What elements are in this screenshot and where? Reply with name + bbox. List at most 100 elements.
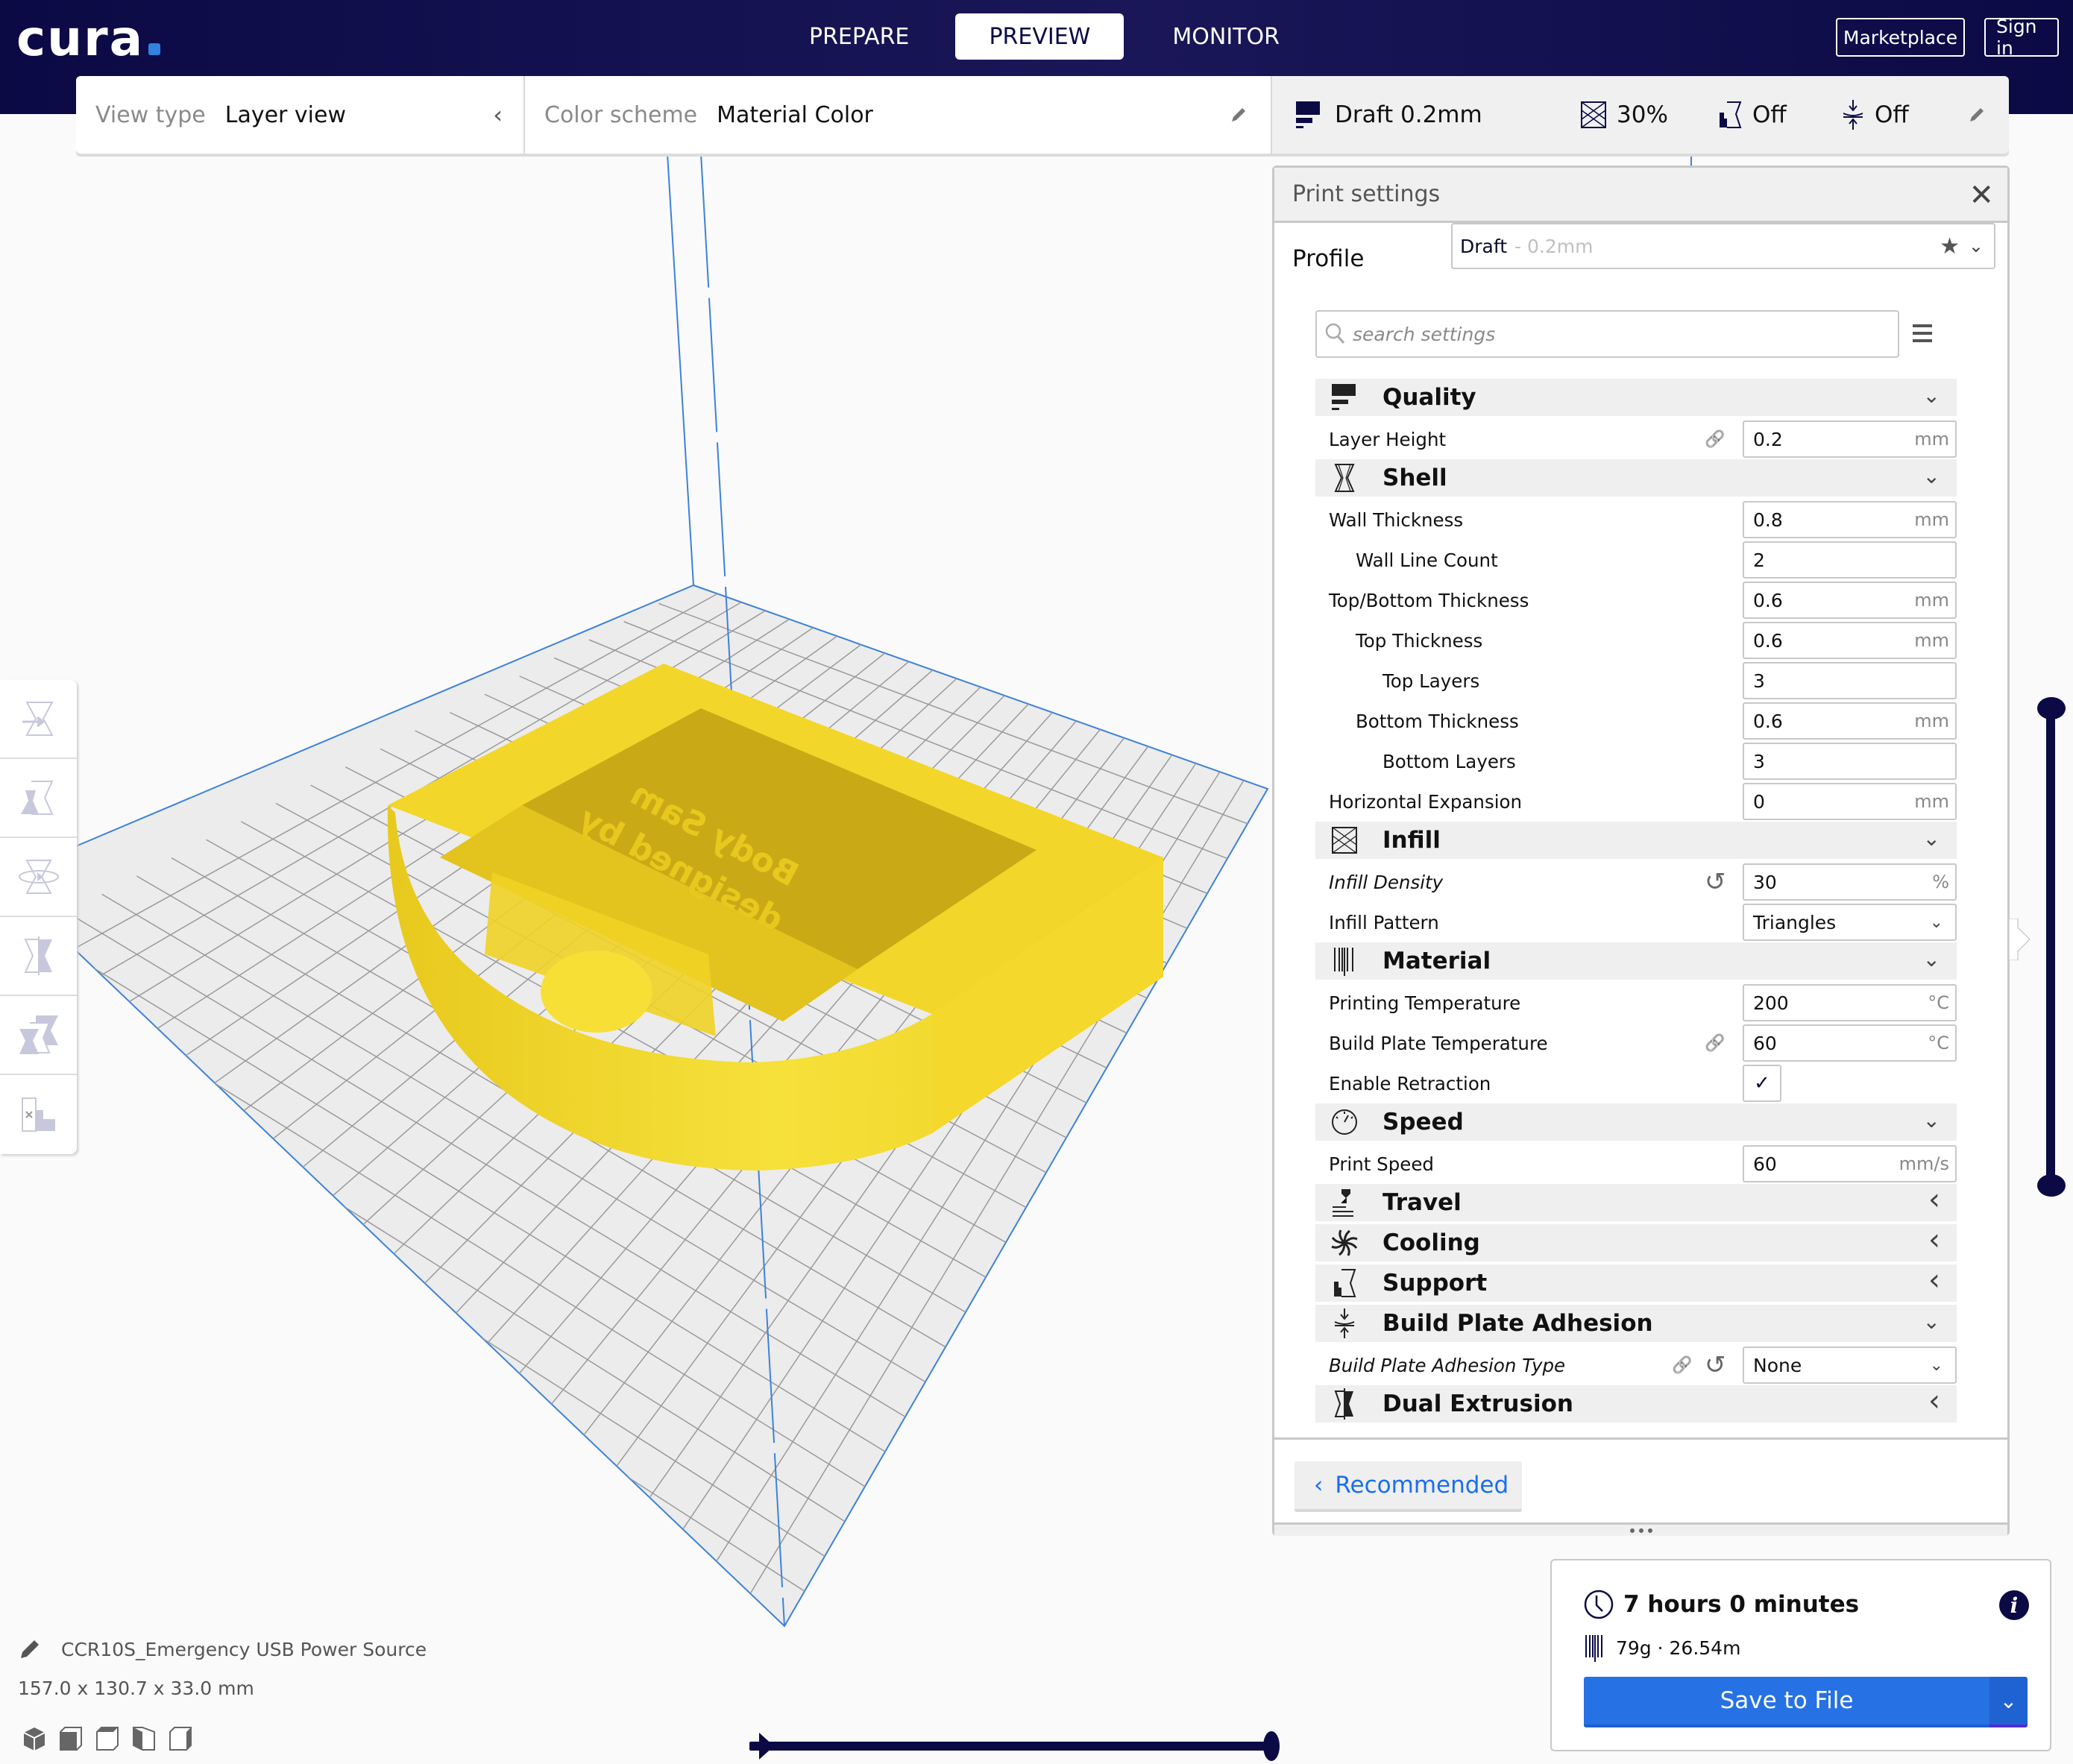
tab-monitor[interactable]: MONITOR [1124,13,1328,60]
rotate-tool-button[interactable] [0,838,77,917]
view-type-selector[interactable]: View type Layer view ‹ [76,76,523,154]
setting-label: Top/Bottom Thickness [1329,589,1529,611]
setting-input[interactable]: 0.6 mm [1743,622,1957,659]
category-speed[interactable]: Speed ⌄ [1315,1103,1957,1141]
simulation-progress-track[interactable] [749,1742,1271,1751]
rotate-icon [18,860,59,894]
save-to-file-button[interactable]: Save to File [1584,1677,1989,1727]
setting-label: Infill Density [1329,871,1444,893]
setting-row: Wall Thickness 0.8 mm [1315,500,1957,540]
setting-checkbox[interactable]: ✓ [1743,1065,1781,1102]
link-icon[interactable]: 🔗 [1705,430,1725,449]
setting-input[interactable]: 3 [1743,743,1957,780]
print-setup-selector[interactable]: Draft 0.2mm 30% Off Off [1271,76,2009,154]
per-model-settings-button[interactable] [0,996,77,1075]
material-usage: 79g · 26.54m [1616,1637,1741,1659]
reset-icon[interactable]: ↺ [1705,867,1726,897]
category-material[interactable]: Material ⌄ [1315,942,1957,980]
setting-dropdown[interactable]: None ⌄ [1743,1346,1957,1384]
category-infill[interactable]: Infill ⌄ [1315,822,1957,859]
setting-label: Bottom Layers [1382,750,1516,772]
category-quality[interactable]: Quality ⌄ [1315,379,1957,416]
speed-icon [1330,1108,1359,1136]
category-support[interactable]: Support ‹ [1315,1263,1957,1302]
collapse-panel-tab[interactable] [2009,919,2031,960]
support-blocker-button[interactable] [0,1075,77,1154]
setting-input[interactable]: 0.6 mm [1743,702,1957,740]
setting-row: Top Layers 3 [1315,661,1957,701]
layer-slider-lower-handle[interactable] [2037,1174,2066,1197]
setting-label: Build Plate Temperature [1329,1032,1548,1054]
chevron-left-icon: ‹ [1928,1182,1940,1217]
search-settings-input[interactable]: search settings [1315,310,1899,358]
setting-input[interactable]: 3 [1743,662,1957,699]
setting-label: Wall Thickness [1329,508,1464,531]
chevron-left-icon: ‹ [1928,1384,1940,1418]
front-view-icon[interactable] [59,1726,83,1751]
view-type-label: View type [95,101,206,128]
setting-label: Wall Line Count [1356,549,1498,571]
chevron-down-icon: ⌄ [1922,1309,1940,1334]
setting-input[interactable]: 60 mm/s [1743,1145,1957,1182]
setting-label: Enable Retraction [1329,1072,1491,1094]
pencil-icon[interactable] [18,1637,42,1661]
setting-label: Print Speed [1329,1153,1434,1175]
output-device-dropdown[interactable]: ⌄ [1989,1677,2028,1727]
setting-input[interactable]: 0.6 mm [1743,582,1957,619]
profile-dropdown[interactable]: Draft - 0.2mm ★ ⌄ [1451,223,1995,269]
close-icon[interactable]: ✕ [1969,178,1994,212]
move-tool-button[interactable] [0,680,77,759]
setting-row: Layer Height 🔗 0.2 mm [1315,419,1957,459]
panel-resize-handle[interactable] [1274,1522,2007,1536]
category-shell[interactable]: Shell ⌄ [1315,459,1957,497]
color-scheme-selector[interactable]: Color scheme Material Color [523,76,1271,154]
category-label: Travel [1382,1189,1462,1216]
top-view-icon[interactable] [95,1726,119,1751]
reset-icon[interactable]: ↺ [1705,1350,1726,1380]
setting-label: Bottom Thickness [1356,710,1519,732]
scale-icon [20,781,54,815]
sign-in-button[interactable]: Sign in [1984,16,2059,59]
move-icon [22,702,54,736]
setting-label: Top Layers [1382,670,1480,692]
setting-dropdown[interactable]: Triangles ⌄ [1743,904,1957,941]
clock-icon [1584,1590,1614,1619]
layer-slider-upper-handle[interactable] [2037,697,2066,719]
category-travel[interactable]: Travel ‹ [1315,1182,1957,1221]
quality-icon [1296,101,1320,128]
category-label: Infill [1382,827,1441,854]
info-icon[interactable]: i [1999,1590,2029,1620]
link-icon[interactable]: 🔗 [1672,1356,1692,1375]
layer-slider-track[interactable] [2046,708,2055,1185]
setting-input[interactable]: 0 mm [1743,783,1957,820]
panel-title: Print settings [1292,181,1441,207]
right-view-icon[interactable] [169,1726,192,1751]
setting-input[interactable]: 0.2 mm [1743,420,1957,458]
setting-input[interactable]: 200 °C [1743,984,1957,1021]
setting-input[interactable]: 60 °C [1743,1024,1957,1062]
category-cooling[interactable]: Cooling ‹ [1315,1223,1957,1261]
settings-visibility-menu-icon[interactable] [1913,324,1932,342]
setting-input[interactable]: 2 [1743,541,1957,579]
tab-prepare[interactable]: PREPARE [776,13,955,60]
marketplace-button[interactable]: Marketplace [1836,18,1965,57]
setting-input[interactable]: 0.8 mm [1743,501,1957,538]
category-dual-extrusion[interactable]: Dual Extrusion ‹ [1315,1384,1957,1423]
settings-list[interactable]: Quality ⌄ Layer Height 🔗 0.2 mm Shell ⌄ Wall Thi… [1315,379,1957,1426]
scale-tool-button[interactable] [0,759,77,838]
recommended-button[interactable]: ‹ Recommended [1295,1461,1522,1512]
category-build-plate-adhesion[interactable]: Build Plate Adhesion ⌄ [1315,1305,1957,1342]
link-icon[interactable]: 🔗 [1705,1034,1725,1053]
3d-view-icon[interactable] [22,1726,46,1751]
setting-label: Layer Height [1329,428,1447,450]
support-blocker-icon [21,1097,55,1132]
chevron-left-icon: ‹ [1928,1263,1940,1297]
object-dimensions: 157.0 x 130.7 x 33.0 mm [18,1678,254,1699]
mirror-tool-button[interactable] [0,917,77,996]
infill-icon [1581,101,1606,128]
setting-input[interactable]: 30% [1743,863,1957,901]
left-view-icon[interactable] [132,1726,156,1751]
tab-preview[interactable]: PREVIEW [955,13,1124,60]
simulation-progress-handle[interactable] [1263,1731,1280,1761]
chevron-left-icon: ‹ [1928,1223,1940,1257]
